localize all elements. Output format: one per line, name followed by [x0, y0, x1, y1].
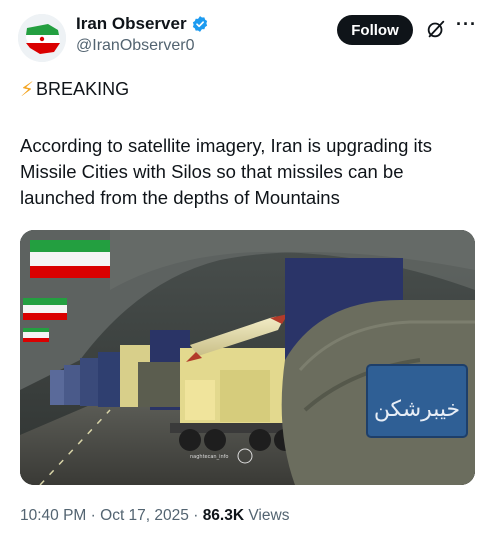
breaking-line: ⚡ BREAKING [20, 79, 129, 100]
missile-tunnel-photo: خیبرشکن naghtecan_info [20, 230, 475, 485]
account-name-row: Iran Observer [76, 14, 209, 34]
breaking-label: BREAKING [36, 79, 130, 99]
display-name[interactable]: Iran Observer [76, 14, 187, 34]
views-count: 86.3K [202, 507, 245, 524]
avatar[interactable] [18, 14, 66, 62]
follow-button[interactable]: Follow [337, 15, 413, 45]
media-watermark: naghtecan_info [190, 454, 228, 460]
grok-icon[interactable] [425, 18, 447, 40]
more-icon[interactable]: ··· [456, 14, 477, 35]
verified-badge-icon[interactable] [191, 15, 209, 33]
lightning-icon: ⚡ [20, 78, 35, 101]
account-handle[interactable]: @IranObserver0 [76, 37, 195, 55]
tweet-time[interactable]: 10:40 PM [20, 507, 86, 524]
iran-flag-map-avatar-icon [18, 14, 66, 62]
meta-separator: · [90, 507, 101, 524]
views-label: Views [248, 507, 290, 524]
tweet-media[interactable]: خیبرشکن naghtecan_info [20, 230, 475, 485]
tweet-meta: 10:40 PM · Oct 17, 2025 · 86.3K Views [20, 507, 289, 525]
media-sign-text: خیبرشکن [374, 397, 460, 422]
tweet-date[interactable]: Oct 17, 2025 [100, 507, 189, 524]
tweet-text: According to satellite imagery, Iran is … [20, 135, 432, 208]
meta-separator: · [193, 507, 203, 524]
